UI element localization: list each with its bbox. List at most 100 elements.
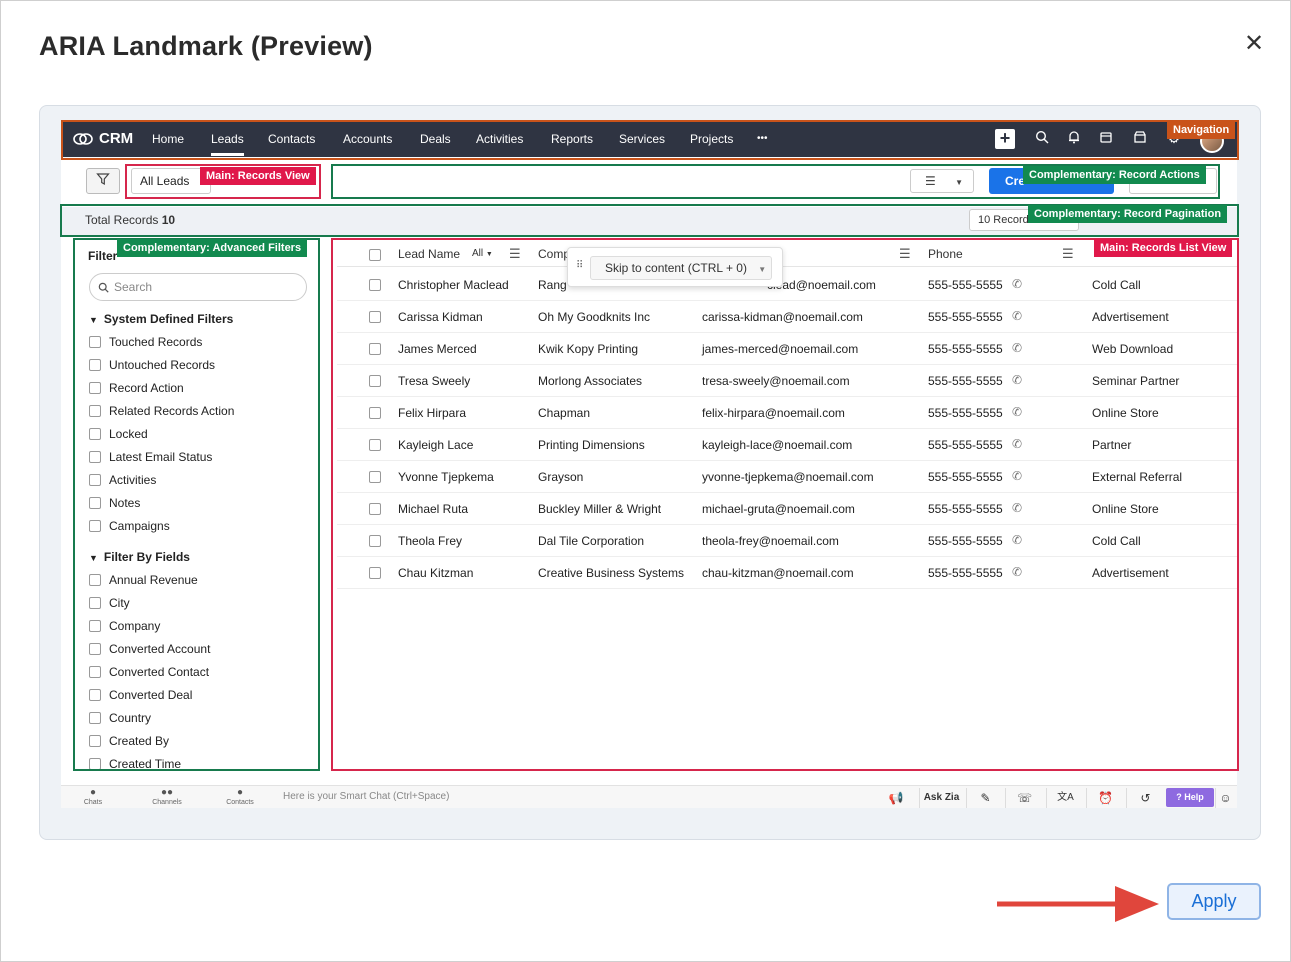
table-row[interactable]: Chau Kitzman Creative Business Systems cha… bbox=[337, 557, 1237, 589]
filter-toggle-button[interactable] bbox=[86, 168, 120, 194]
skip-to-content-button[interactable]: Skip to content (CTRL + 0) ▼ bbox=[590, 256, 772, 280]
cell-lead-name[interactable]: Carissa Kidman bbox=[398, 310, 483, 324]
cell-email[interactable]: james-merced@noemail.com bbox=[702, 342, 858, 356]
filter-checkbox[interactable] bbox=[89, 758, 101, 770]
phone-icon[interactable]: ✆ bbox=[1012, 437, 1022, 451]
phone-icon[interactable]: ✆ bbox=[1012, 341, 1022, 355]
col-company[interactable]: Comp bbox=[538, 247, 570, 261]
col-phone[interactable]: Phone bbox=[928, 247, 963, 261]
filter-checkbox[interactable] bbox=[89, 620, 101, 632]
filter-checkbox[interactable] bbox=[89, 336, 101, 348]
cell-email[interactable]: chau-kitzman@noemail.com bbox=[702, 566, 854, 580]
drag-handle-icon[interactable]: ⠿ bbox=[576, 260, 583, 271]
cell-lead-name[interactable]: James Merced bbox=[398, 342, 477, 356]
chats-button[interactable]: ● Chats bbox=[73, 787, 113, 806]
nav-reports[interactable]: Reports bbox=[551, 132, 593, 146]
channels-button[interactable]: ●● Channels bbox=[147, 787, 187, 806]
row-checkbox[interactable] bbox=[369, 375, 381, 387]
megaphone-icon[interactable]: 📢 bbox=[877, 788, 915, 808]
select-all-checkbox[interactable] bbox=[369, 249, 381, 261]
crm-logo[interactable]: CRM bbox=[73, 130, 133, 147]
field-filter-item[interactable]: City bbox=[89, 596, 130, 610]
contacts-button[interactable]: ● Contacts bbox=[220, 787, 260, 806]
nav-services[interactable]: Services bbox=[619, 132, 665, 146]
cell-email[interactable]: carissa-kidman@noemail.com bbox=[702, 310, 863, 324]
filter-checkbox[interactable] bbox=[89, 497, 101, 509]
col-lead-name[interactable]: Lead Name bbox=[398, 247, 460, 261]
nav-leads[interactable]: Leads bbox=[211, 132, 244, 156]
cell-lead-name[interactable]: Theola Frey bbox=[398, 534, 462, 548]
search-icon[interactable] bbox=[1033, 130, 1051, 148]
cell-lead-name[interactable]: Chau Kitzman bbox=[398, 566, 473, 580]
history-icon[interactable]: ↺ bbox=[1126, 788, 1164, 808]
column-menu-icon[interactable]: ☰ bbox=[899, 246, 911, 262]
cell-lead-name[interactable]: Yvonne Tjepkema bbox=[398, 470, 494, 484]
bell-icon[interactable] bbox=[1065, 130, 1083, 148]
row-checkbox[interactable] bbox=[369, 343, 381, 355]
system-filter-item[interactable]: Notes bbox=[89, 496, 140, 510]
filter-checkbox[interactable] bbox=[89, 689, 101, 701]
filter-checkbox[interactable] bbox=[89, 520, 101, 532]
table-row[interactable]: Felix Hirpara Chapman felix-hirpara@noemai… bbox=[337, 397, 1237, 429]
filter-search-input[interactable]: Search bbox=[89, 273, 307, 301]
filter-checkbox[interactable] bbox=[89, 405, 101, 417]
row-checkbox[interactable] bbox=[369, 439, 381, 451]
field-filter-item[interactable]: Created By bbox=[89, 734, 169, 748]
help-button[interactable]: ? Help bbox=[1166, 788, 1214, 807]
close-icon[interactable]: ✕ bbox=[1241, 31, 1267, 57]
table-row[interactable]: Theola Frey Dal Tile Corporation theola-fr… bbox=[337, 525, 1237, 557]
system-filters-group[interactable]: ▼ System Defined Filters bbox=[89, 312, 233, 326]
cell-email[interactable]: michael-gruta@noemail.com bbox=[702, 502, 855, 516]
smart-chat-input[interactable]: Here is your Smart Chat (Ctrl+Space) bbox=[283, 791, 449, 802]
table-row[interactable]: Tresa Sweely Morlong Associates tresa-swee… bbox=[337, 365, 1237, 397]
table-row[interactable]: Carissa Kidman Oh My Goodknits Inc carissa… bbox=[337, 301, 1237, 333]
field-filter-item[interactable]: Converted Account bbox=[89, 642, 210, 656]
system-filter-item[interactable]: Related Records Action bbox=[89, 404, 234, 418]
row-checkbox[interactable] bbox=[369, 567, 381, 579]
system-filter-item[interactable]: Record Action bbox=[89, 381, 184, 395]
cell-email[interactable]: yvonne-tjepkema@noemail.com bbox=[702, 470, 874, 484]
phone-icon[interactable]: ✆ bbox=[1012, 565, 1022, 579]
filter-checkbox[interactable] bbox=[89, 643, 101, 655]
phone-icon[interactable]: ✆ bbox=[1012, 277, 1022, 291]
apply-button[interactable]: Apply bbox=[1167, 883, 1261, 920]
filter-checkbox[interactable] bbox=[89, 597, 101, 609]
cell-lead-name[interactable]: Tresa Sweely bbox=[398, 374, 470, 388]
row-checkbox[interactable] bbox=[369, 279, 381, 291]
phone-icon[interactable]: ✆ bbox=[1012, 373, 1022, 387]
field-filter-item[interactable]: Annual Revenue bbox=[89, 573, 198, 587]
cell-email[interactable]: tresa-sweely@noemail.com bbox=[702, 374, 850, 388]
cell-lead-name[interactable]: Christopher Maclead bbox=[398, 278, 509, 292]
system-filter-item[interactable]: Activities bbox=[89, 473, 156, 487]
column-menu-icon[interactable]: ☰ bbox=[1062, 246, 1074, 262]
nav-deals[interactable]: Deals bbox=[420, 132, 451, 146]
phone-icon[interactable]: ✆ bbox=[1012, 309, 1022, 323]
field-filters-group[interactable]: ▼ Filter By Fields bbox=[89, 550, 190, 564]
table-row[interactable]: Christopher Maclead Rang clead@noemail.com… bbox=[337, 269, 1237, 301]
system-filter-item[interactable]: Touched Records bbox=[89, 335, 202, 349]
lead-name-filter[interactable]: All ▼ bbox=[472, 248, 493, 259]
row-checkbox[interactable] bbox=[369, 503, 381, 515]
plus-icon[interactable]: + bbox=[995, 129, 1015, 149]
edit-icon[interactable]: ✎ bbox=[966, 788, 1004, 808]
phone-icon[interactable]: ✆ bbox=[1012, 469, 1022, 483]
list-view-toggle[interactable]: ☰ ▼ bbox=[910, 169, 974, 193]
ask-zia-button[interactable]: Ask Zia bbox=[919, 788, 963, 808]
field-filter-item[interactable]: Created Time bbox=[89, 757, 181, 771]
call-icon[interactable]: ☏ bbox=[1005, 788, 1043, 808]
filter-checkbox[interactable] bbox=[89, 666, 101, 678]
row-checkbox[interactable] bbox=[369, 535, 381, 547]
filter-checkbox[interactable] bbox=[89, 474, 101, 486]
nav-projects[interactable]: Projects bbox=[690, 132, 733, 146]
cell-lead-name[interactable]: Kayleigh Lace bbox=[398, 438, 473, 452]
field-filter-item[interactable]: Company bbox=[89, 619, 160, 633]
filter-checkbox[interactable] bbox=[89, 574, 101, 586]
nav-home[interactable]: Home bbox=[152, 132, 184, 146]
table-row[interactable]: Kayleigh Lace Printing Dimensions kayleigh… bbox=[337, 429, 1237, 461]
calendar-icon[interactable] bbox=[1097, 130, 1115, 148]
filter-checkbox[interactable] bbox=[89, 359, 101, 371]
filter-checkbox[interactable] bbox=[89, 451, 101, 463]
cell-lead-name[interactable]: Michael Ruta bbox=[398, 502, 468, 516]
filter-checkbox[interactable] bbox=[89, 712, 101, 724]
cell-email[interactable]: theola-frey@noemail.com bbox=[702, 534, 839, 548]
